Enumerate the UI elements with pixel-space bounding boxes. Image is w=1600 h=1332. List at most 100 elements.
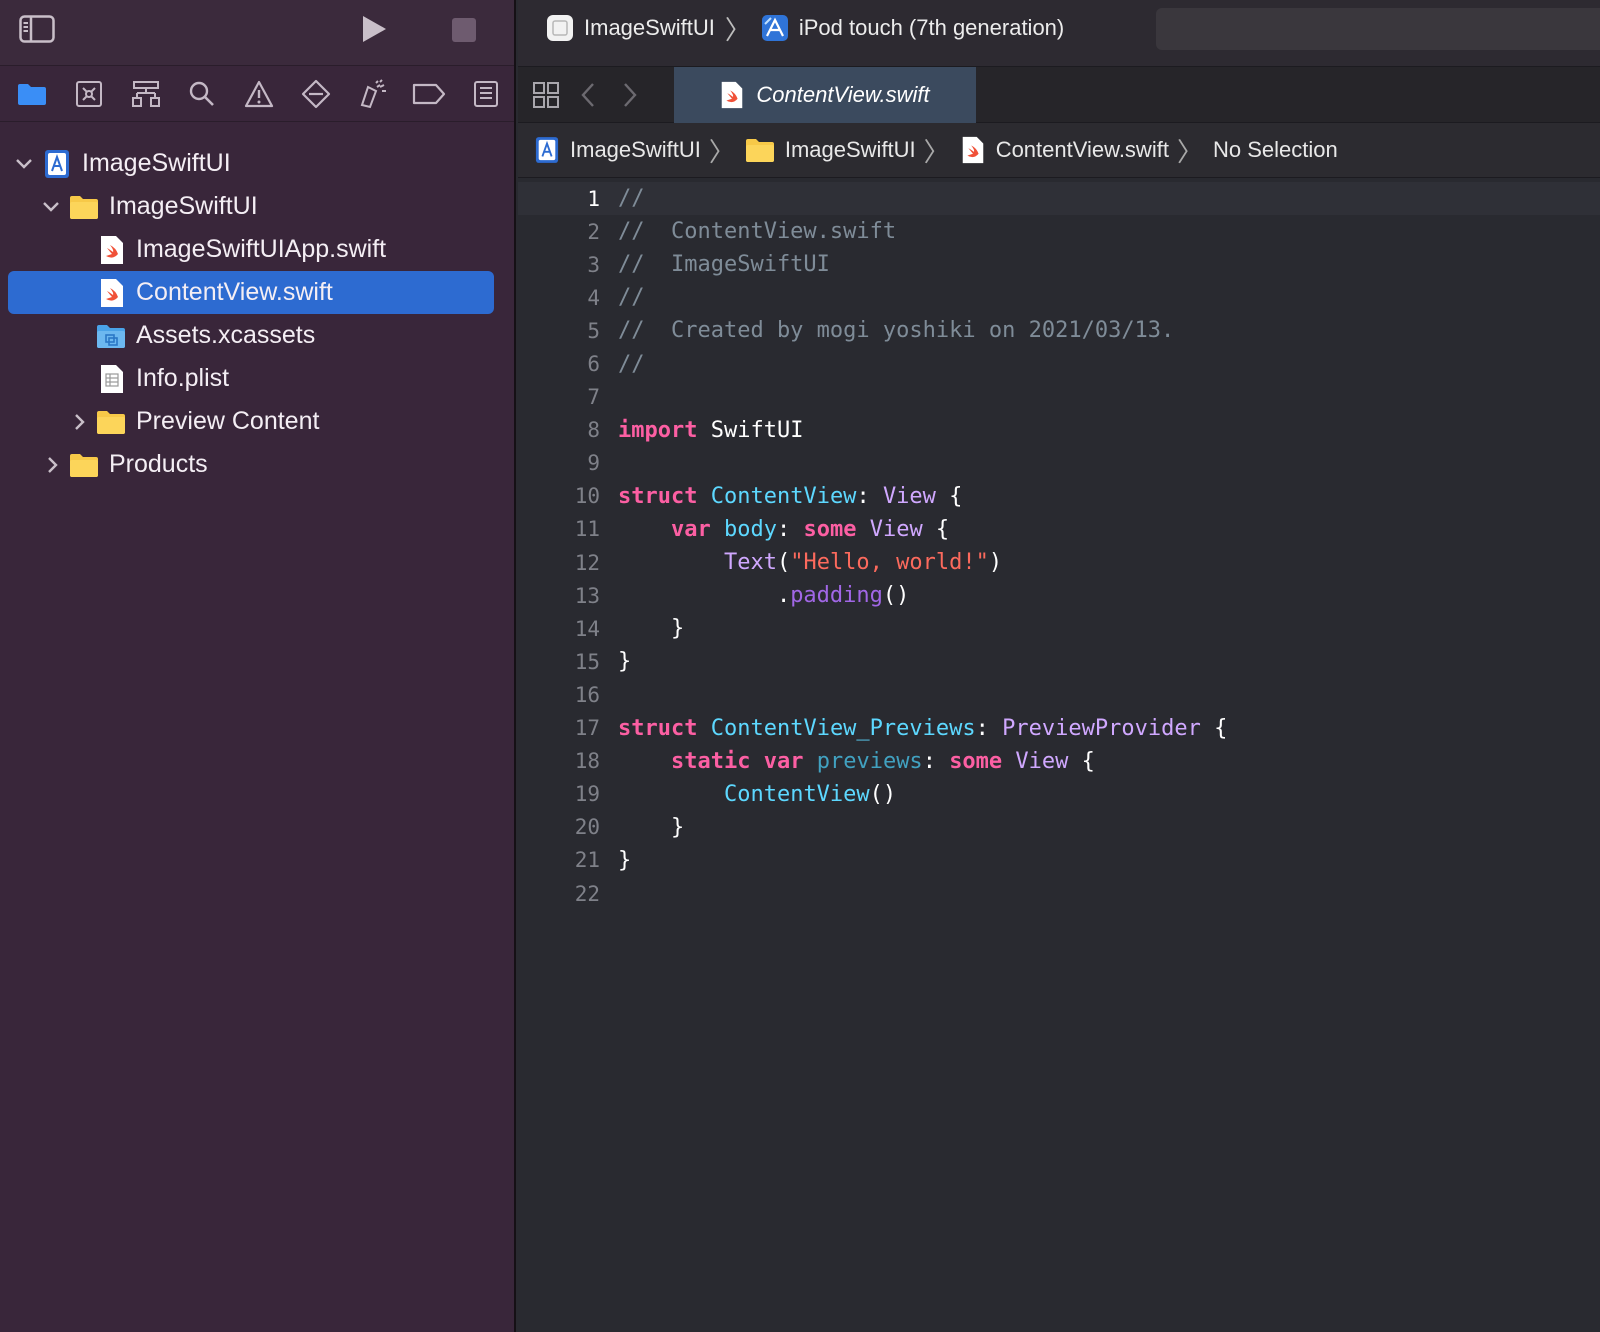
- code-token: (: [776, 550, 791, 576]
- code-line[interactable]: 17 struct ContentView_Previews: PreviewPr…: [518, 712, 1600, 745]
- symbol-icon[interactable]: [117, 66, 174, 122]
- play-icon[interactable]: [358, 12, 390, 46]
- code-line[interactable]: 10 struct ContentView: View {: [518, 480, 1600, 513]
- code-line[interactable]: 21}: [518, 844, 1600, 877]
- line-number: 22: [574, 881, 600, 906]
- plist-file-icon: [97, 364, 127, 394]
- chevron-right-icon[interactable]: [43, 455, 63, 475]
- code-text: // ContentView.swift: [618, 219, 896, 244]
- chevron-down-icon[interactable]: [41, 197, 61, 217]
- breakpoint-icon[interactable]: [401, 66, 458, 122]
- line-number: 17: [574, 716, 600, 741]
- jump-bar: ImageSwiftUI 〉 ImageSwiftUI 〉 ContentVie…: [518, 123, 1600, 178]
- code-line[interactable]: 12 Text("Hello, world!"): [518, 546, 1600, 579]
- code-token: {: [922, 516, 950, 542]
- code-line[interactable]: 15}: [518, 645, 1600, 678]
- swift-file-icon: [97, 235, 127, 265]
- jump-bar-item[interactable]: ImageSwiftUI: [785, 137, 916, 163]
- debug-icon[interactable]: [344, 66, 401, 122]
- tree-item-label: Info.plist: [136, 364, 230, 392]
- tab-contentview-swift[interactable]: ContentView.swift: [674, 67, 976, 123]
- code-line[interactable]: 22: [518, 877, 1600, 910]
- line-number: 11: [574, 517, 600, 542]
- line-number: 10: [574, 484, 600, 509]
- activity-view: [1156, 8, 1600, 50]
- code-text: ContentView(): [618, 782, 896, 807]
- code-line[interactable]: 11 var body: some View {: [518, 513, 1600, 546]
- navigator-sidebar: ImageSwiftUI ImageSwiftUI ImageSwiftUIAp…: [0, 0, 516, 1332]
- tree-item-file[interactable]: ImageSwiftUIApp.swift: [0, 228, 514, 271]
- jump-bar-item[interactable]: ImageSwiftUI: [570, 137, 701, 163]
- code-line[interactable]: 6 //: [518, 347, 1600, 380]
- code-token: {: [1068, 748, 1095, 774]
- code-line[interactable]: 20 }: [518, 811, 1600, 844]
- code-line[interactable]: 18 static var previews: some View {: [518, 745, 1600, 778]
- swift-file-icon: [720, 81, 746, 109]
- source-editor[interactable]: 1 // 2 // ContentView.swift 3 // ImageSwiftUI…: [518, 182, 1600, 910]
- code-token: (): [869, 781, 897, 807]
- code-text: import SwiftUI: [618, 418, 803, 443]
- code-text: struct ContentView_Previews: PreviewProv…: [618, 716, 1227, 741]
- source-control-icon[interactable]: [61, 66, 118, 122]
- stop-icon[interactable]: [450, 16, 478, 44]
- warning-icon[interactable]: [231, 66, 288, 122]
- code-token: struct: [618, 483, 698, 509]
- sidebar-icon[interactable]: [18, 14, 56, 44]
- editor-area: ImageSwiftUI 〉 iPod touch (7th generatio…: [518, 0, 1600, 1332]
- scheme-selector[interactable]: ImageSwiftUI 〉 iPod touch (7th generatio…: [546, 12, 1065, 45]
- related-items-icon[interactable]: [530, 67, 562, 123]
- code-text: }: [618, 649, 631, 674]
- editor-tab-bar: ContentView.swift: [518, 67, 1600, 123]
- line-number: 3: [587, 252, 600, 277]
- code-token: ContentView: [723, 781, 870, 807]
- code-token: SwiftUI: [697, 417, 804, 443]
- code-token: // Created by mogi yoshiki on 2021/03/13…: [618, 318, 1175, 344]
- scheme-destination-label: iPod touch (7th generation): [798, 15, 1065, 40]
- code-line[interactable]: 4 //: [518, 281, 1600, 314]
- tree-item-folder[interactable]: ImageSwiftUI: [0, 185, 514, 228]
- back-arrow-icon[interactable]: [574, 67, 602, 123]
- code-line[interactable]: 13 .padding(): [518, 579, 1600, 612]
- code-token: //: [618, 351, 645, 377]
- code-line[interactable]: 5 // Created by mogi yoshiki on 2021/03/1…: [518, 314, 1600, 347]
- code-line[interactable]: 3 // ImageSwiftUI: [518, 248, 1600, 281]
- code-text: // Created by mogi yoshiki on 2021/03/13…: [618, 318, 1174, 343]
- tree-item-project[interactable]: ImageSwiftUI: [0, 142, 514, 185]
- code-line[interactable]: 16: [518, 678, 1600, 711]
- code-line[interactable]: 9: [518, 447, 1600, 480]
- search-icon[interactable]: [174, 66, 231, 122]
- folder-icon[interactable]: [4, 66, 61, 122]
- code-line[interactable]: 19 ContentView(): [518, 778, 1600, 811]
- tree-item-folder[interactable]: Preview Content: [0, 400, 514, 443]
- code-token: padding: [790, 583, 883, 609]
- code-text: }: [618, 616, 684, 641]
- code-line[interactable]: 8 import SwiftUI: [518, 414, 1600, 447]
- tree-item-folder[interactable]: Products: [0, 443, 514, 486]
- code-token: //: [618, 285, 645, 311]
- tree-item-file[interactable]: Info.plist: [0, 357, 514, 400]
- code-token: // ContentView.swift: [618, 219, 897, 245]
- folder-icon: [69, 192, 99, 222]
- code-line[interactable]: 2 // ContentView.swift: [518, 215, 1600, 248]
- tree-item-label: ImageSwiftUIApp.swift: [136, 235, 387, 263]
- forward-arrow-icon[interactable]: [616, 67, 644, 123]
- report-icon[interactable]: [457, 66, 514, 122]
- app-target-icon: [546, 14, 574, 42]
- code-line[interactable]: 7: [518, 381, 1600, 414]
- code-line[interactable]: 14 }: [518, 612, 1600, 645]
- line-number: 19: [574, 782, 600, 807]
- tree-item-file-selected[interactable]: ContentView.swift: [8, 271, 494, 314]
- code-line[interactable]: 1 //: [518, 182, 1600, 216]
- jump-bar-item[interactable]: ContentView.swift: [996, 137, 1169, 163]
- test-icon[interactable]: [287, 66, 344, 122]
- chevron-right-icon[interactable]: [70, 412, 90, 432]
- jump-bar-item[interactable]: No Selection: [1213, 137, 1338, 163]
- line-number: 4: [587, 285, 600, 310]
- code-token: static: [670, 748, 751, 774]
- line-number: 21: [574, 848, 600, 873]
- chevron-down-icon[interactable]: [14, 154, 34, 174]
- tree-item-label: ImageSwiftUI: [109, 192, 258, 220]
- tree-item-file[interactable]: Assets.xcassets: [0, 314, 514, 357]
